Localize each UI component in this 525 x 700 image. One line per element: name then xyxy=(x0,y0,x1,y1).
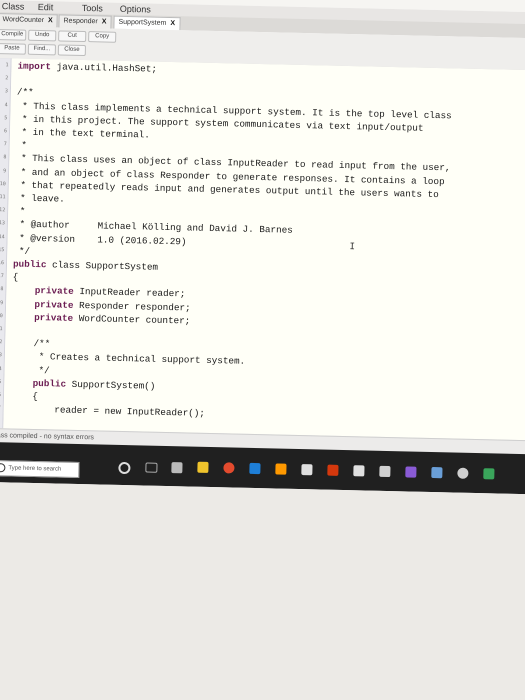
line-number: 12 xyxy=(0,207,6,214)
close-button[interactable]: Close xyxy=(57,44,87,57)
line-number: 21 xyxy=(0,326,3,333)
code-line: * @version 1.0 (2016.02.29) xyxy=(13,232,187,247)
app-icon[interactable] xyxy=(327,464,339,476)
code-line: * in the text terminal. xyxy=(15,126,151,141)
code-editor[interactable]: I import java.util.HashSet;/** * This cl… xyxy=(3,58,525,441)
line-number: 6 xyxy=(3,128,8,135)
code-line: private Responder responder; xyxy=(34,298,191,314)
find-button[interactable]: Find... xyxy=(27,43,57,56)
code-line: public class SupportSystem xyxy=(12,258,159,273)
code-line: private WordCounter counter; xyxy=(34,311,191,327)
taskbar-search[interactable]: Type here to search xyxy=(0,460,80,479)
code-line: * leave. xyxy=(14,192,65,205)
app-icon[interactable] xyxy=(171,462,183,474)
menu-edit[interactable]: Edit xyxy=(38,2,54,12)
text-cursor-icon: I xyxy=(349,242,356,253)
app-icon[interactable] xyxy=(301,464,313,476)
tab-responder[interactable]: Responder X xyxy=(58,14,112,29)
code-line: { xyxy=(12,271,19,283)
tab-label: Responder xyxy=(63,17,98,26)
code-line: /** xyxy=(16,86,34,99)
paste-button[interactable]: Paste xyxy=(0,43,27,55)
search-icon xyxy=(0,463,6,473)
copy-button[interactable]: Copy xyxy=(88,31,117,43)
app-icon[interactable] xyxy=(379,465,391,478)
line-number: 17 xyxy=(0,273,4,280)
line-number: 8 xyxy=(3,154,7,161)
close-icon[interactable]: X xyxy=(102,18,107,25)
code-line: * xyxy=(14,205,26,217)
photo-frame: Class Edit Tools Options WordCounter X Re… xyxy=(0,0,525,700)
menu-class[interactable]: Class xyxy=(2,1,25,12)
app-icon[interactable] xyxy=(275,463,287,475)
code-line: * xyxy=(15,139,28,151)
code-line: /** xyxy=(11,337,51,350)
line-number: 27 xyxy=(0,405,1,411)
line-number: 20 xyxy=(0,312,3,320)
close-icon[interactable]: X xyxy=(170,20,175,27)
status-message: Class compiled - no syntax errors xyxy=(0,431,95,442)
line-number: 25 xyxy=(0,379,1,385)
code-line: private InputReader reader; xyxy=(34,285,186,300)
edge-icon[interactable] xyxy=(249,462,261,475)
menu-tools[interactable]: Tools xyxy=(82,3,103,13)
code-line: public SupportSystem() xyxy=(32,377,156,392)
line-number: 26 xyxy=(0,392,1,398)
chrome-icon[interactable] xyxy=(223,462,235,474)
line-number: 3 xyxy=(4,88,8,95)
close-icon[interactable]: X xyxy=(48,17,53,24)
bluej-editor-window: Class Edit Tools Options WordCounter X Re… xyxy=(0,0,525,700)
bluej-icon[interactable] xyxy=(483,468,495,480)
line-number: 1 xyxy=(5,62,9,69)
line-number: 2 xyxy=(5,75,9,82)
line-number: 4 xyxy=(4,101,8,108)
compile-button[interactable]: Compile xyxy=(0,29,27,41)
cut-button[interactable]: Cut xyxy=(58,30,87,43)
line-number: 14 xyxy=(0,233,5,240)
line-number: 15 xyxy=(0,246,5,254)
task-view-icon[interactable] xyxy=(145,462,158,473)
cortana-icon[interactable] xyxy=(118,461,131,475)
app-icon[interactable] xyxy=(405,466,417,478)
line-number: 9 xyxy=(3,167,7,174)
line-number: 19 xyxy=(0,299,4,306)
search-placeholder: Type here to search xyxy=(8,465,62,473)
tab-label: SupportSystem xyxy=(118,18,167,27)
line-number: 24 xyxy=(0,366,2,372)
file-explorer-icon[interactable] xyxy=(197,461,209,473)
code-line: */ xyxy=(10,364,50,376)
desk-surface xyxy=(0,481,525,700)
code-line: { xyxy=(9,390,39,403)
line-number: 23 xyxy=(0,352,3,359)
code-line: import java.util.HashSet; xyxy=(17,60,158,75)
code-line: */ xyxy=(13,245,31,257)
app-icon[interactable] xyxy=(353,465,365,477)
undo-button[interactable]: Undo xyxy=(28,29,57,42)
line-number: 5 xyxy=(4,115,8,122)
line-number: 13 xyxy=(0,220,5,227)
menu-options[interactable]: Options xyxy=(120,4,151,15)
line-number: 11 xyxy=(0,194,6,201)
code-line: reader = new InputReader(); xyxy=(9,403,206,420)
line-number: 18 xyxy=(0,286,4,293)
tab-wordcounter[interactable]: WordCounter X xyxy=(0,13,58,28)
line-number: 7 xyxy=(3,141,7,148)
line-number: 22 xyxy=(0,339,3,346)
line-number: 16 xyxy=(0,260,5,267)
app-icon[interactable] xyxy=(431,467,443,479)
line-number: 10 xyxy=(0,180,6,188)
gear-icon[interactable] xyxy=(457,467,469,479)
tab-label: WordCounter xyxy=(2,16,45,25)
